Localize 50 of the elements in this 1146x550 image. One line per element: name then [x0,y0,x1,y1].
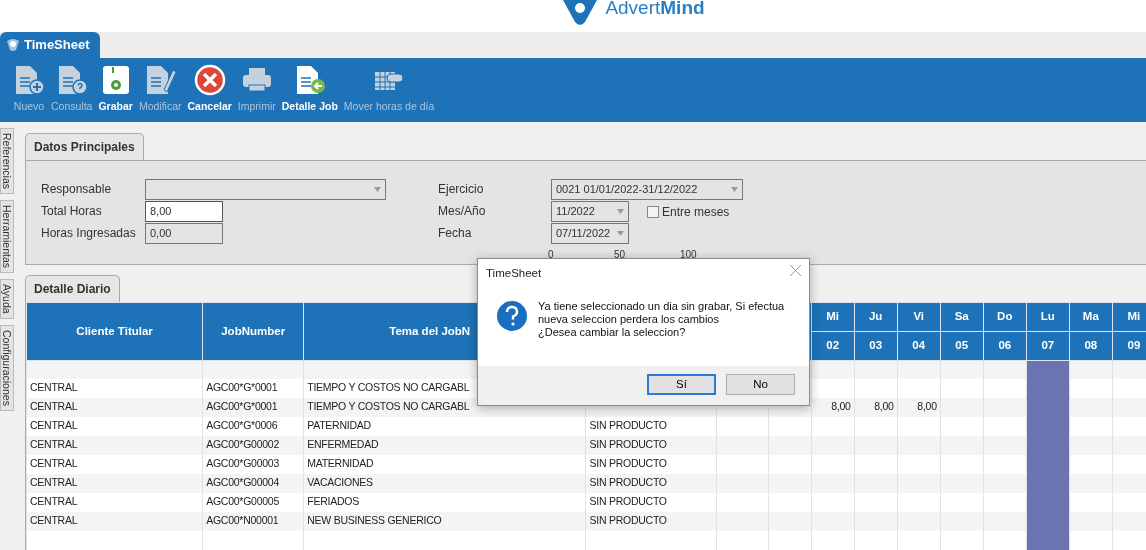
side-tab[interactable]: Configuraciones [0,324,14,411]
scale-label: 100 [680,248,698,262]
dropdown-caret-icon [374,187,381,192]
scale-label: 50 [614,248,627,262]
day-header[interactable]: Ma [1069,302,1113,332]
field-label: Ejercicio [438,181,485,198]
dialog-title: TimeSheet [486,266,542,280]
toolbar-button[interactable]: Detalle Job [281,64,338,115]
scale-label: 0 [548,248,555,262]
day-header[interactable]: Vi [897,302,941,332]
dropdown-field[interactable] [145,179,386,200]
day-header[interactable]: Mi [811,302,855,332]
app-tab[interactable]: TimeSheet [0,32,100,58]
toolbar-button[interactable]: Cancelar [187,64,232,115]
field-label: Mes/Año [438,203,487,220]
side-tab[interactable]: Ayuda [0,279,14,319]
panel-tab[interactable]: Datos Principales [25,133,144,160]
day-header[interactable]: Sa [940,302,984,332]
dropdown-field[interactable]: 11/2022 [551,201,629,222]
dropdown-caret-icon [617,209,624,214]
day-header[interactable]: Do [983,302,1027,332]
day-header[interactable]: Ju [854,302,898,332]
app-icon [6,38,20,52]
day-header[interactable]: Lu [1026,302,1070,332]
field-label: Responsable [41,181,113,198]
column-header: Cliente Titular [26,302,203,361]
dropdown-caret-icon [731,187,738,192]
side-tab[interactable]: Herramientas [0,200,14,274]
side-tab[interactable]: Referencias [0,128,14,195]
document-pencil-icon [144,64,177,96]
close-icon[interactable] [790,265,801,276]
document-plus-icon [13,64,45,96]
checkbox[interactable]: Entre meses [647,202,730,221]
dialog-button[interactable]: Sí [647,374,716,395]
logo-text: AdvertMind [605,0,705,18]
question-icon [496,300,528,332]
field-label: Fecha [438,225,473,242]
dialog-button[interactable]: No [726,374,795,395]
input-field[interactable]: 8,00 [145,201,223,222]
input-field[interactable]: 0,00 [145,223,223,244]
field-label: Horas Ingresadas [41,225,137,242]
day-header[interactable]: Mi [1112,302,1146,332]
cancel-icon [193,64,226,96]
dropdown-field[interactable]: 07/11/2022 [551,223,629,244]
dropdown-caret-icon [617,231,624,236]
panel-tab[interactable]: Detalle Diario [25,275,120,302]
field-label: Total Horas [41,203,103,220]
dropdown-field[interactable]: 0021 01/01/2022-31/12/2022 [551,179,743,200]
column-header: JobNumber [202,302,304,361]
toolbar-button[interactable]: Grabar [98,64,133,115]
